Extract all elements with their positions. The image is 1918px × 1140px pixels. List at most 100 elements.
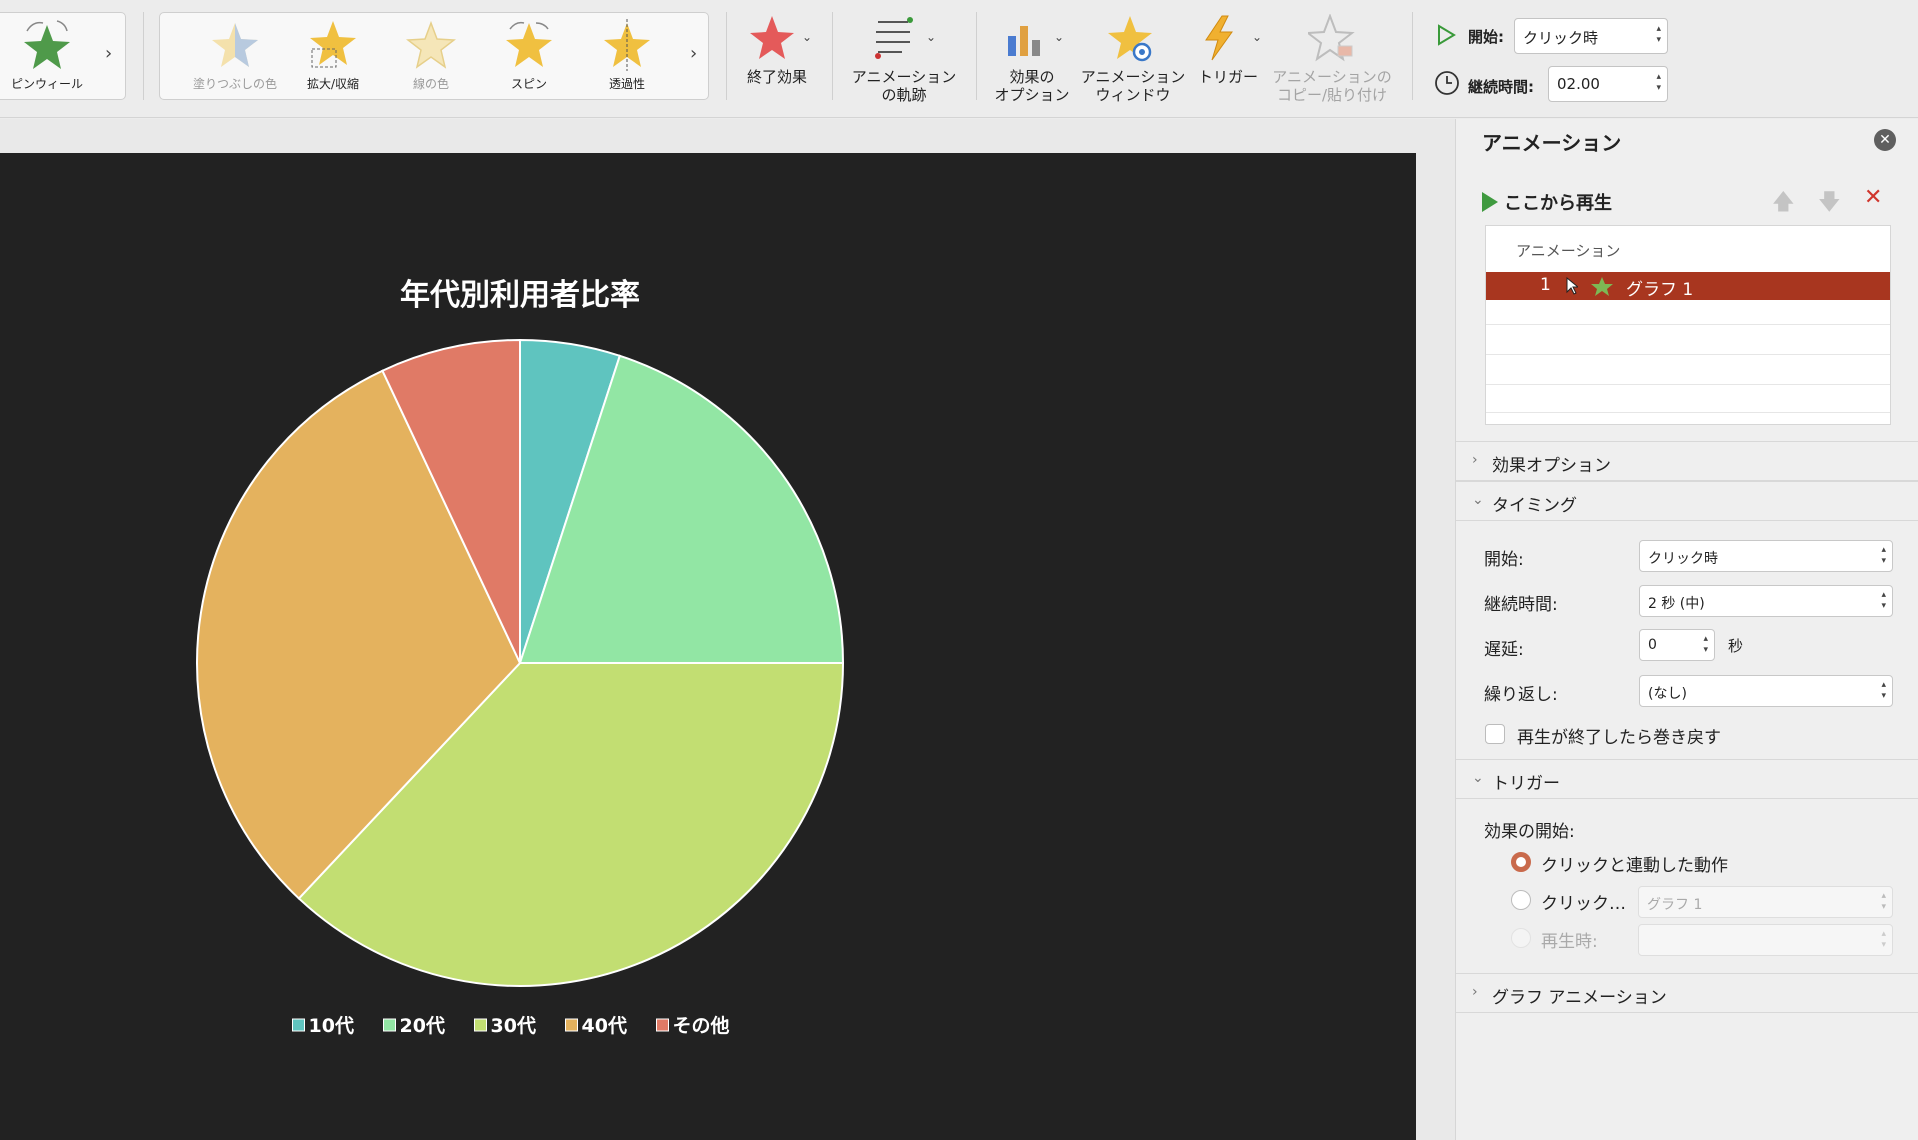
- stepper-arrows-icon: ▴ ▾: [1881, 891, 1886, 912]
- legend-swatch: [383, 1018, 396, 1032]
- timing-repeat-label: 繰り返し:: [1484, 685, 1558, 705]
- slide-editor-area: 年代別利用者比率 10代 20代 30代 40代 その他: [0, 119, 1455, 1140]
- fill-color-star-icon: [212, 23, 258, 67]
- list-row-divider: [1486, 412, 1890, 413]
- move-up-arrow-icon[interactable]: 🡅: [1772, 185, 1795, 223]
- legend-swatch: [656, 1018, 669, 1032]
- animation-pane-button[interactable]: アニメーション ウィンドウ: [1078, 8, 1188, 104]
- grow-shrink-effect-button[interactable]: 拡大/収縮: [284, 13, 382, 101]
- animation-list-item-selected[interactable]: 1 グラフ 1: [1486, 272, 1890, 300]
- animation-painter-icon: [1308, 14, 1355, 62]
- legend-label: 20代: [400, 1015, 445, 1037]
- trigger-click-on-select[interactable]: グラフ 1 ▴ ▾: [1638, 886, 1893, 918]
- ribbon-start-select[interactable]: クリック時 ▴ ▾: [1514, 18, 1668, 54]
- effect-star-icon: [1591, 277, 1613, 296]
- list-row-divider: [1486, 324, 1890, 325]
- rewind-checkbox-label: 再生が終了したら巻き戻す: [1517, 728, 1721, 748]
- effect-options-button[interactable]: ⌄ 効果の オプション: [992, 8, 1080, 104]
- legend-swatch: [565, 1018, 578, 1032]
- exit-effect-button[interactable]: ⌄ 終了効果: [740, 8, 840, 104]
- section-timing[interactable]: ⌄ タイミング: [1456, 481, 1918, 521]
- play-outline-icon: [1438, 24, 1456, 46]
- trigger-button[interactable]: ⌄ トリガー: [1196, 8, 1266, 104]
- rewind-checkbox[interactable]: [1485, 724, 1505, 744]
- radio-click-on[interactable]: [1511, 890, 1531, 910]
- motion-path-button[interactable]: ⌄ アニメーション の軌跡: [846, 8, 962, 104]
- move-down-arrow-icon[interactable]: 🡇: [1818, 185, 1841, 223]
- legend-swatch: [292, 1018, 305, 1032]
- legend-label: 30代: [491, 1015, 536, 1037]
- chevron-down-icon: ⌄: [1054, 30, 1065, 44]
- delete-x-icon[interactable]: ✕: [1864, 185, 1882, 210]
- chevron-down-icon: ⌄: [802, 30, 813, 44]
- separator: [726, 12, 727, 100]
- section-effect-options[interactable]: › 効果オプション: [1456, 441, 1918, 481]
- section-trigger[interactable]: ⌄ トリガー: [1456, 759, 1918, 799]
- timing-repeat-select[interactable]: (なし) ▴ ▾: [1639, 675, 1893, 707]
- pie-slices: [196, 338, 845, 987]
- pie-chart[interactable]: 年代別利用者比率 10代 20代 30代 40代 その他: [0, 153, 1416, 1140]
- exit-star-icon: [750, 16, 794, 59]
- stepper-arrows-icon: ▴ ▾: [1881, 590, 1886, 611]
- pinwheel-star-icon: [24, 20, 70, 69]
- stepper-arrows-icon: ▴ ▾: [1703, 634, 1708, 655]
- line-color-star-icon: [406, 20, 456, 69]
- spin-star-icon: [506, 21, 552, 67]
- chart-legend: 10代 20代 30代 40代 その他: [292, 1014, 730, 1037]
- legend-label: 40代: [582, 1015, 627, 1037]
- legend-swatch: [474, 1018, 487, 1032]
- list-row-divider: [1486, 384, 1890, 385]
- separator: [1412, 12, 1413, 100]
- gallery-next-arrow[interactable]: ›: [105, 43, 112, 64]
- stepper-arrows-icon: ▴ ▾: [1656, 72, 1661, 93]
- chevron-right-icon: ›: [1472, 452, 1478, 468]
- clock-icon: [1435, 71, 1459, 95]
- fill-color-effect-button[interactable]: 塗りつぶしの色: [186, 13, 284, 101]
- stepper-arrows-icon: ▴ ▾: [1656, 24, 1661, 45]
- stepper-arrows-icon: ▴ ▾: [1881, 545, 1886, 566]
- animation-list: アニメーション 1 グラフ 1: [1485, 225, 1891, 425]
- chevron-down-icon: ⌄: [1472, 492, 1484, 508]
- gallery-next-arrow[interactable]: ›: [690, 43, 697, 64]
- chevron-down-icon: ⌄: [1472, 770, 1484, 786]
- pane-title: アニメーション: [1482, 131, 1622, 155]
- trigger-start-effect-label: 効果の開始:: [1484, 822, 1575, 842]
- radio-on-play[interactable]: [1511, 928, 1531, 948]
- pinwheel-effect-button[interactable]: ピンウィール: [0, 13, 97, 101]
- play-icon: [1482, 192, 1498, 212]
- ribbon: ピンウィール › 塗りつぶしの色 拡大/収縮 線の色 スピン 透過性 › ⌄ 終…: [0, 0, 1918, 118]
- radio-click-sequence[interactable]: [1511, 852, 1531, 872]
- animation-painter-button[interactable]: アニメーションの コピー/貼り付け: [1268, 8, 1396, 104]
- motion-path-icon: [875, 17, 913, 59]
- animation-list-header: アニメーション: [1516, 242, 1621, 260]
- radio-on-play-label: 再生時:: [1541, 932, 1598, 952]
- timing-duration-select[interactable]: 2 秒 (中) ▴ ▾: [1639, 585, 1893, 617]
- slide-canvas[interactable]: 年代別利用者比率 10代 20代 30代 40代 その他: [0, 153, 1416, 1140]
- timing-delay-input[interactable]: 0 ▴ ▾: [1639, 629, 1715, 661]
- transparency-effect-button[interactable]: 透過性: [578, 13, 676, 101]
- chevron-down-icon: ⌄: [926, 30, 937, 44]
- play-from-button[interactable]: ここから再生: [1482, 189, 1612, 215]
- stepper-arrows-icon: ▴ ▾: [1881, 680, 1886, 701]
- entrance-gallery: ピンウィール ›: [0, 12, 126, 100]
- emphasis-gallery: 塗りつぶしの色 拡大/収縮 線の色 スピン 透過性 ›: [159, 12, 709, 100]
- separator: [832, 12, 833, 100]
- mouse-cursor-icon: [1566, 277, 1578, 295]
- transparency-star-icon: [604, 19, 650, 71]
- trigger-on-play-select[interactable]: ▴ ▾: [1638, 924, 1893, 956]
- separator: [976, 12, 977, 100]
- chevron-down-icon: ⌄: [1252, 30, 1263, 44]
- list-row-divider: [1486, 354, 1890, 355]
- close-icon[interactable]: ✕: [1874, 129, 1896, 151]
- ribbon-duration-input[interactable]: 02.00 ▴ ▾: [1548, 66, 1668, 102]
- line-color-effect-button[interactable]: 線の色: [382, 13, 480, 101]
- timing-start-select[interactable]: クリック時 ▴ ▾: [1639, 540, 1893, 572]
- animation-pane: アニメーション ✕ ここから再生 🡅 🡇 ✕ アニメーション 1 グラフ 1 ›…: [1455, 119, 1918, 1140]
- section-chart-animation[interactable]: › グラフ アニメーション: [1456, 973, 1918, 1013]
- separator: [143, 12, 144, 100]
- legend-label: その他: [673, 1014, 730, 1037]
- effect-options-chart-icon: [1008, 26, 1040, 56]
- spin-effect-button[interactable]: スピン: [480, 13, 578, 101]
- timing-delay-label: 遅延:: [1484, 640, 1524, 660]
- timing-duration-label: 継続時間:: [1484, 595, 1558, 615]
